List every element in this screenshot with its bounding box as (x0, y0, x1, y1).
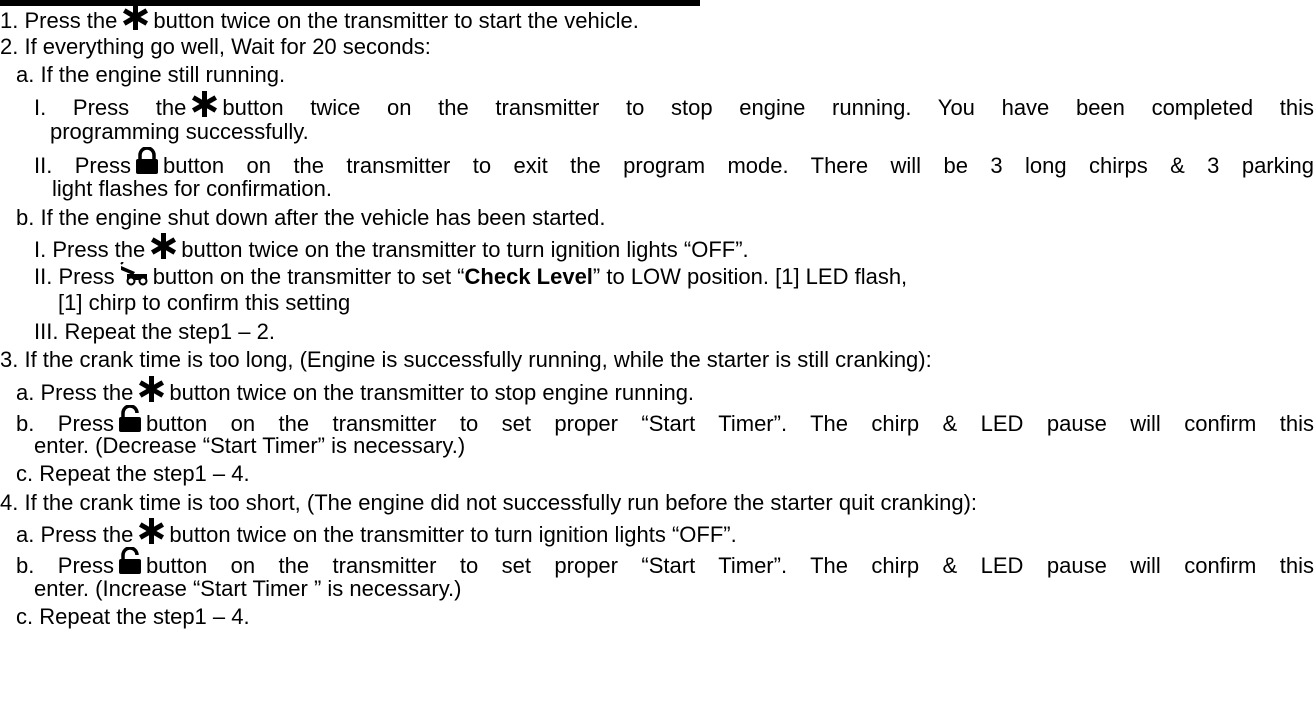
step-4b: b. Press button on the transmitter to set… (16, 547, 1314, 578)
step-2b-iii: III. Repeat the step1 – 2. (34, 319, 275, 344)
step-3c: c. Repeat the step1 – 4. (16, 461, 250, 486)
step-4: 4. If the crank time is too short, (The … (0, 490, 978, 515)
step-text: button on the transmitter to set proper … (146, 553, 1314, 578)
step-2b: b. If the engine shut down after the veh… (16, 205, 606, 230)
step-text: button twice on the transmitter to turn … (169, 522, 737, 547)
step-text: II. Press (34, 264, 115, 289)
asterisk-icon (137, 518, 165, 544)
asterisk-icon (149, 233, 177, 259)
step-text: 1. Press the (0, 8, 118, 33)
step-text: b. Press (16, 553, 115, 578)
step-text: button twice on the transmitter to stop … (222, 95, 1314, 120)
step-4b-cont: enter. (Increase “Start Timer ” is neces… (34, 576, 462, 601)
check-level-label: Check Level (464, 264, 593, 289)
car-trunk-icon (119, 262, 149, 286)
step-text: I. Press the (34, 237, 146, 262)
step-2b-i: I. Press the button twice on the transmit… (34, 233, 749, 262)
asterisk-icon (137, 376, 165, 402)
step-2: 2. If everything go well, Wait for 20 se… (0, 34, 431, 59)
step-4a: a. Press the button twice on the transmit… (16, 518, 737, 547)
step-2b-ii-cont: [1] chirp to confirm this setting (58, 290, 351, 315)
step-text: II. Press (34, 153, 131, 178)
asterisk-icon (190, 91, 218, 117)
step-2b-ii: II. Press button on the transmitter to se… (34, 262, 908, 289)
step-2a-ii: II. Press button on the transmitter to ex… (34, 147, 1314, 178)
step-3: 3. If the crank time is too long, (Engin… (0, 347, 932, 372)
step-text: I. Press the (34, 95, 187, 120)
lock-icon (135, 147, 159, 175)
document-page: 1. Press the button twice on the transmit… (0, 0, 1314, 713)
unlock-icon (118, 547, 142, 575)
step-2a-i: I. Press the button twice on the transmit… (34, 91, 1314, 120)
step-text: a. Press the (16, 380, 134, 405)
step-2a-i-cont: programming successfully. (50, 119, 309, 144)
step-text: ” to LOW position. [1] LED flash, (592, 264, 908, 289)
unlock-icon (118, 405, 142, 433)
asterisk-icon (121, 4, 149, 30)
step-text: button on the transmitter to set “ (152, 264, 465, 289)
step-text: button twice on the transmitter to stop … (169, 380, 695, 405)
step-2a: a. If the engine still running. (16, 62, 286, 87)
step-4c: c. Repeat the step1 – 4. (16, 604, 250, 629)
step-text: button twice on the transmitter to turn … (181, 237, 749, 262)
step-text: button twice on the transmitter to start… (153, 8, 639, 33)
step-3a: a. Press the button twice on the transmit… (16, 376, 695, 405)
step-text: a. Press the (16, 522, 134, 547)
step-2a-ii-cont: light flashes for confirmation. (52, 176, 333, 201)
step-1: 1. Press the button twice on the transmit… (0, 4, 639, 33)
step-3b-cont: enter. (Decrease “Start Timer” is necess… (34, 433, 466, 458)
step-text: button on the transmitter to exit the pr… (162, 153, 1314, 178)
step-3b: b. Press button on the transmitter to set… (16, 405, 1314, 436)
